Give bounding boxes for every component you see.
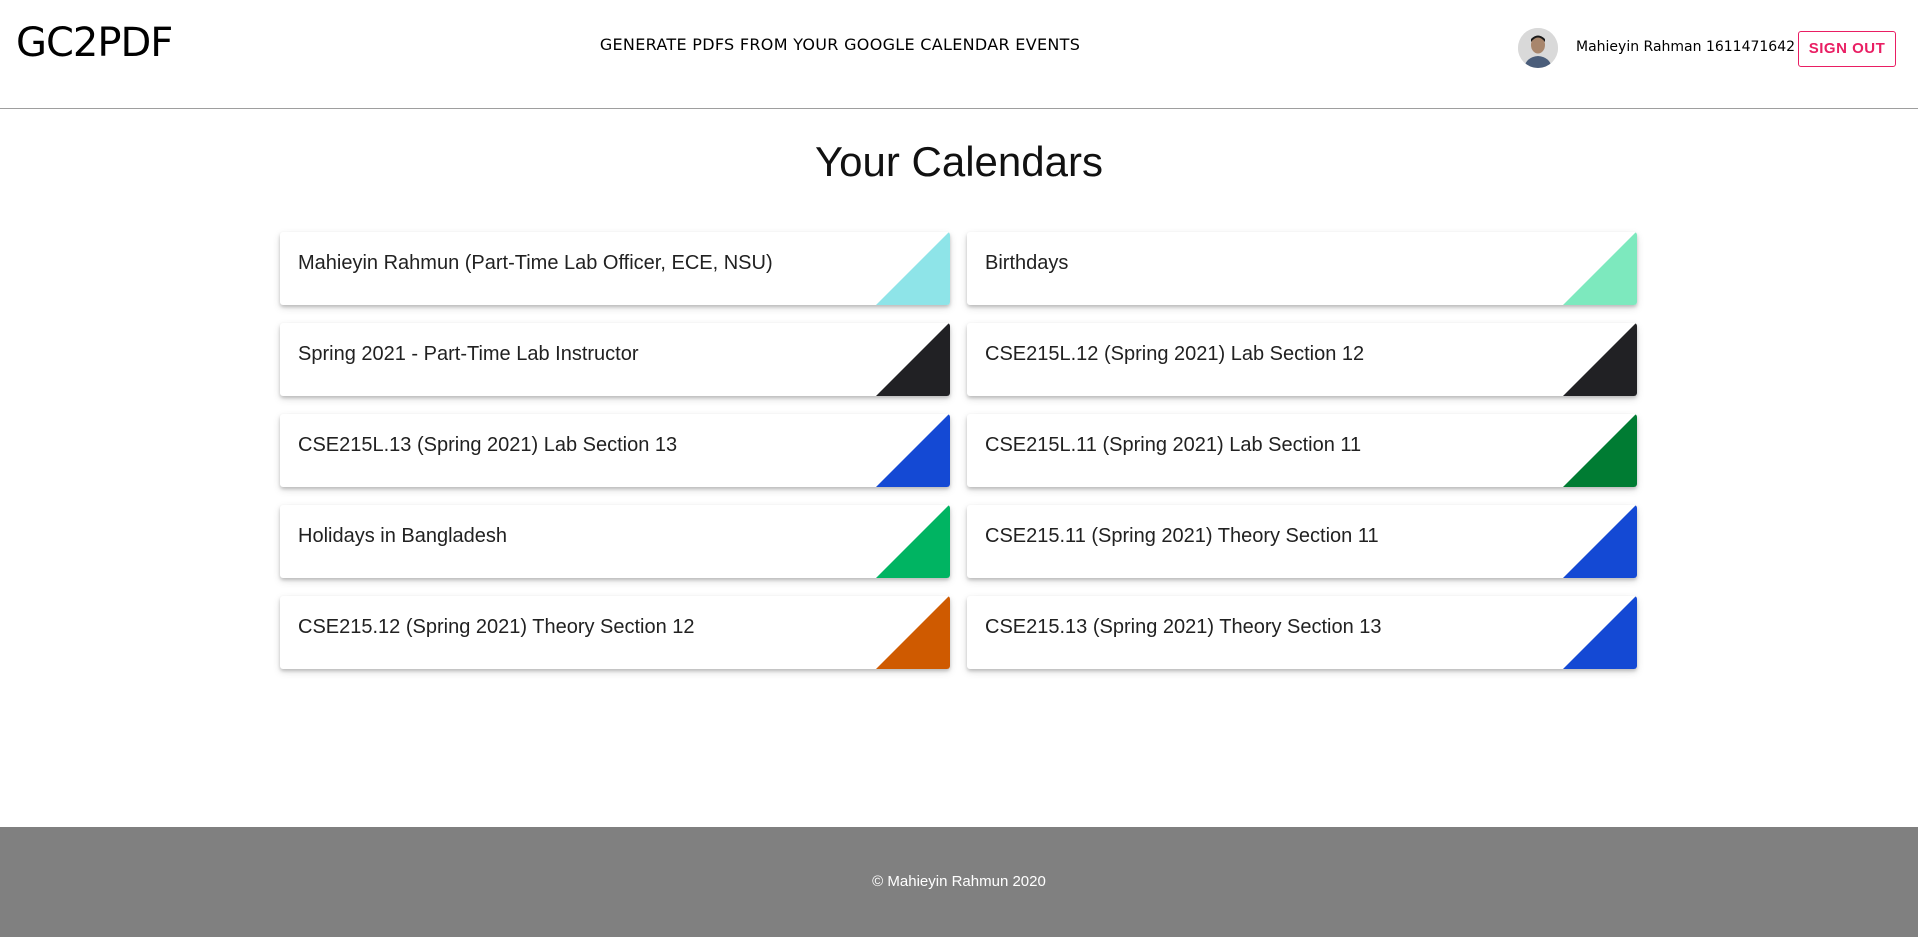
page-footer: © Mahieyin Rahmun 2020 <box>0 827 1918 937</box>
calendar-card-label: CSE215.12 (Spring 2021) Theory Section 1… <box>298 616 695 638</box>
user-avatar <box>1518 28 1558 68</box>
calendar-card-label: Holidays in Bangladesh <box>298 525 508 547</box>
calendar-color-swatch <box>876 596 950 669</box>
calendar-color-swatch <box>876 323 950 396</box>
calendar-card-label: CSE215.13 (Spring 2021) Theory Section 1… <box>985 616 1382 638</box>
calendar-card[interactable]: CSE215L.13 (Spring 2021) Lab Section 13 <box>280 414 950 487</box>
calendar-card[interactable]: CSE215L.11 (Spring 2021) Lab Section 11 <box>967 414 1637 487</box>
calendar-card-label: CSE215.11 (Spring 2021) Theory Section 1… <box>985 525 1379 547</box>
calendar-card-label: CSE215L.11 (Spring 2021) Lab Section 11 <box>985 434 1362 456</box>
calendar-card-label: CSE215L.12 (Spring 2021) Lab Section 12 <box>985 343 1365 365</box>
app-header: GC2PDF GENERATE PDFS FROM YOUR GOOGLE CA… <box>0 0 1918 109</box>
calendar-color-swatch <box>876 505 950 578</box>
calendar-card[interactable]: CSE215.12 (Spring 2021) Theory Section 1… <box>280 596 950 669</box>
calendar-card[interactable]: Spring 2021 - Part-Time Lab Instructor <box>280 323 950 396</box>
calendar-card[interactable]: Birthdays <box>967 232 1637 305</box>
calendar-grid: Mahieyin Rahmun (Part-Time Lab Officer, … <box>280 232 1637 669</box>
sign-out-button[interactable]: SIGN OUT <box>1798 31 1896 67</box>
calendar-card[interactable]: CSE215.13 (Spring 2021) Theory Section 1… <box>967 596 1637 669</box>
calendar-card[interactable]: Holidays in Bangladesh <box>280 505 950 578</box>
calendar-color-swatch <box>1563 232 1637 305</box>
calendar-color-swatch <box>1563 414 1637 487</box>
user-name: Mahieyin Rahman 1611471642 <box>1576 39 1796 55</box>
calendar-card[interactable]: CSE215.11 (Spring 2021) Theory Section 1… <box>967 505 1637 578</box>
calendar-card[interactable]: CSE215L.12 (Spring 2021) Lab Section 12 <box>967 323 1637 396</box>
app-tagline: GENERATE PDFS FROM YOUR GOOGLE CALENDAR … <box>599 35 1081 54</box>
calendar-color-swatch <box>876 232 950 305</box>
calendar-color-swatch <box>1563 505 1637 578</box>
calendar-color-swatch <box>876 414 950 487</box>
calendar-card-label: Mahieyin Rahmun (Part-Time Lab Officer, … <box>298 252 773 274</box>
calendar-card-label: Spring 2021 - Part-Time Lab Instructor <box>298 343 639 365</box>
calendar-card[interactable]: Mahieyin Rahmun (Part-Time Lab Officer, … <box>280 232 950 305</box>
page-title: Your Calendars <box>815 138 1103 185</box>
footer-copyright: © Mahieyin Rahmun 2020 <box>872 873 1046 890</box>
calendar-card-label: Birthdays <box>985 252 1069 274</box>
calendar-color-swatch <box>1563 596 1637 669</box>
calendar-color-swatch <box>1563 323 1637 396</box>
calendar-card-label: CSE215L.13 (Spring 2021) Lab Section 13 <box>298 434 678 456</box>
